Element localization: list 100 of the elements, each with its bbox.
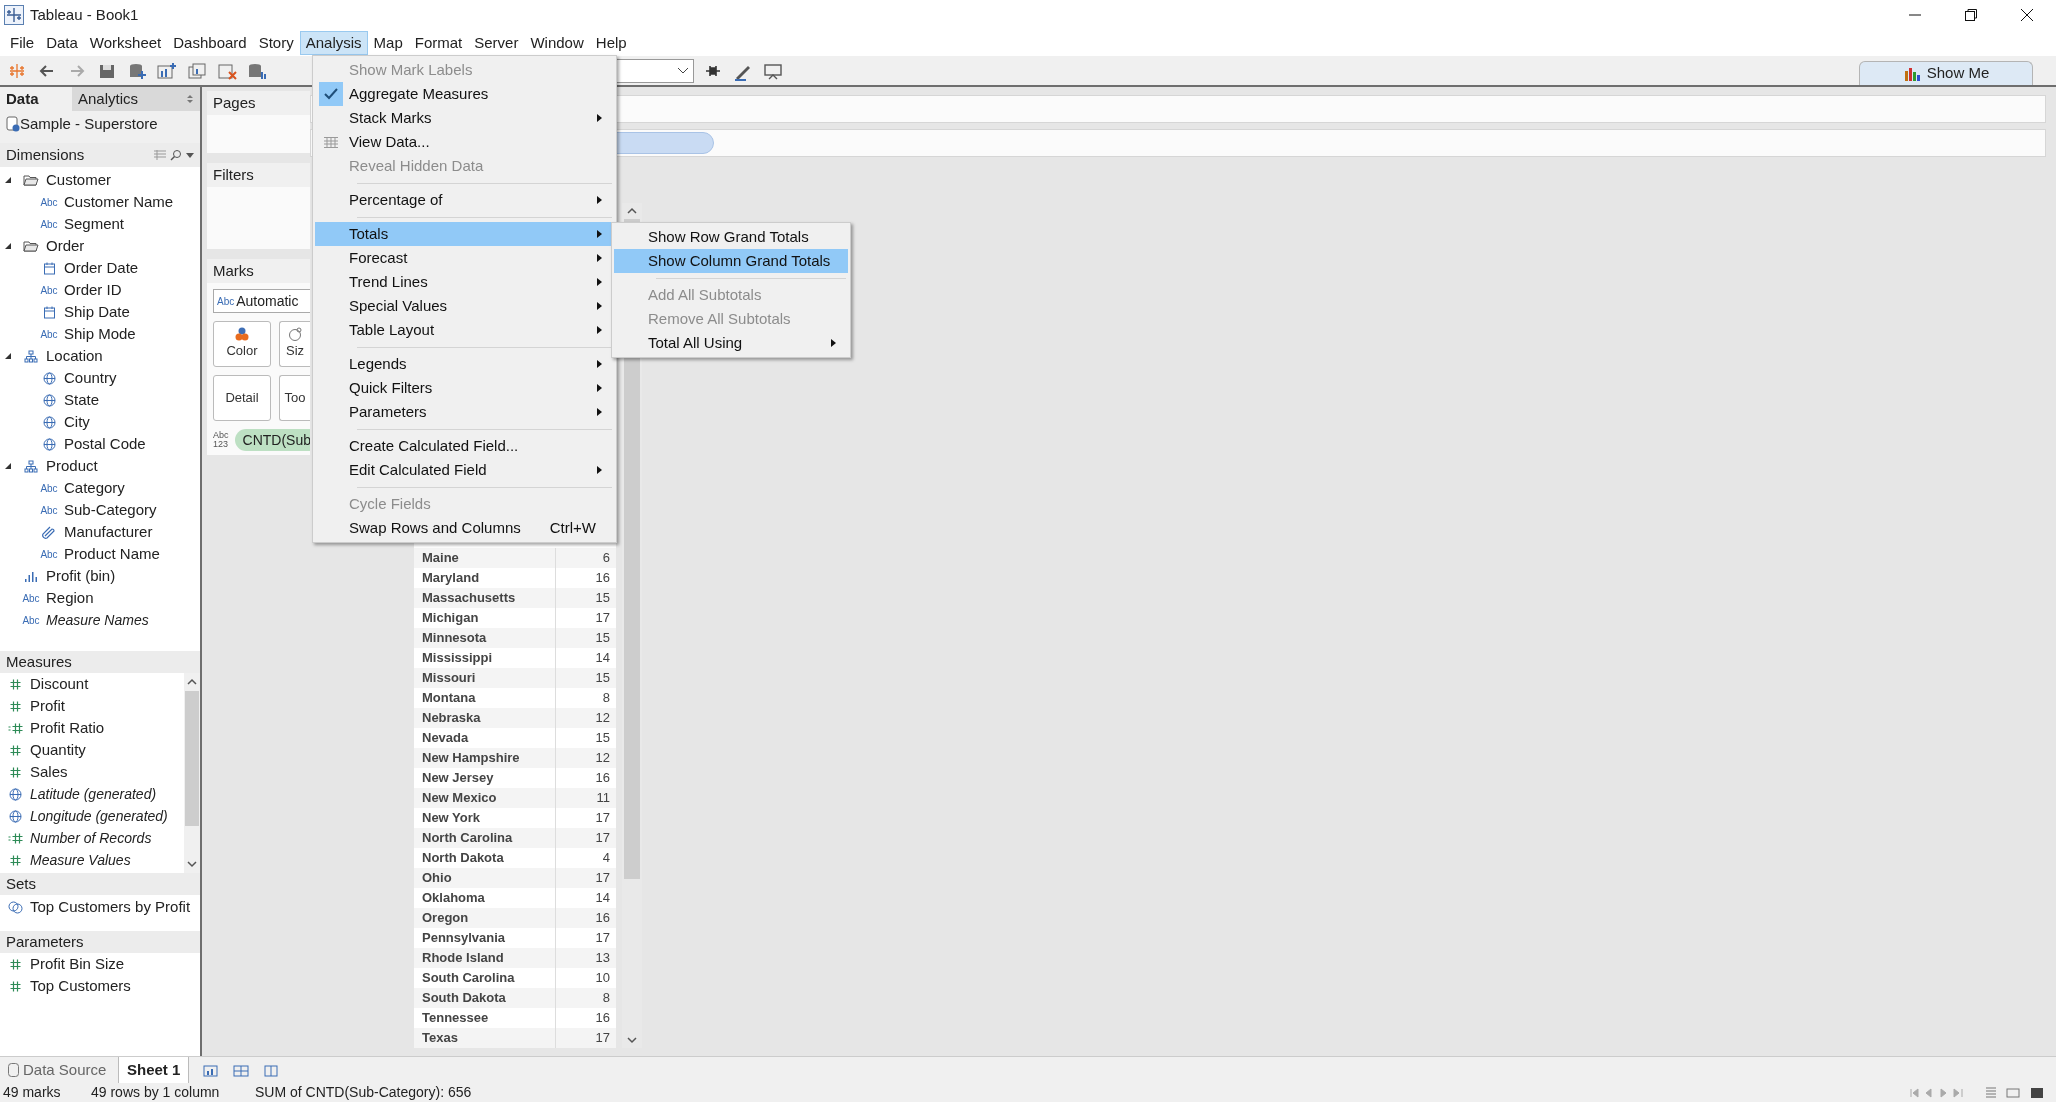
hash-icon bbox=[9, 854, 21, 866]
menu-item[interactable]: Aggregate Measures bbox=[315, 82, 614, 106]
field-name[interactable]: Profit Bin Size bbox=[30, 952, 125, 976]
new-story-icon[interactable] bbox=[263, 1063, 280, 1077]
menu-item[interactable]: Special Values bbox=[315, 294, 614, 318]
menu-bar-item[interactable]: Analysis bbox=[299, 31, 368, 55]
field-name[interactable]: Profit bbox=[30, 694, 65, 718]
globe-icon bbox=[42, 393, 56, 407]
menu-item[interactable]: Edit Calculated Field bbox=[315, 458, 614, 482]
close-icon[interactable] bbox=[2020, 8, 2034, 22]
menu-bar-item[interactable]: File bbox=[4, 31, 41, 55]
field-name[interactable]: Sub-Category bbox=[64, 498, 157, 522]
field-name[interactable]: Quantity bbox=[30, 738, 86, 762]
measure-type-icon: Abc 123 bbox=[213, 431, 229, 449]
show-me-button[interactable]: Show Me bbox=[1859, 61, 2033, 85]
new-dashboard-icon[interactable] bbox=[233, 1063, 250, 1077]
field-name[interactable]: Product bbox=[46, 454, 98, 478]
field-name[interactable]: Ship Mode bbox=[64, 322, 136, 346]
menu-bar-item[interactable]: Worksheet bbox=[83, 31, 168, 55]
field-name[interactable]: Order ID bbox=[64, 278, 122, 302]
calculated-hash-icon bbox=[7, 832, 23, 844]
menu-bar-item[interactable]: Help bbox=[589, 31, 633, 55]
menu-item[interactable]: Show Row Grand Totals bbox=[614, 225, 848, 249]
menu-item[interactable]: Quick Filters bbox=[315, 376, 614, 400]
menu-item[interactable]: View Data... bbox=[315, 130, 614, 154]
field-name[interactable]: State bbox=[64, 388, 100, 412]
field-name[interactable]: Sales bbox=[30, 760, 68, 784]
scroll-up-icon bbox=[627, 207, 637, 215]
scrollbar[interactable] bbox=[184, 673, 200, 873]
field-name[interactable]: Measure Names bbox=[46, 609, 149, 631]
menu-item[interactable]: Stack Marks bbox=[315, 106, 614, 130]
string-type-icon: Abc bbox=[38, 480, 60, 496]
field-name[interactable]: Longitude (generated) bbox=[30, 805, 168, 827]
menu-bar-item[interactable]: Story bbox=[252, 31, 300, 55]
value-cell-text: 17 bbox=[594, 1029, 611, 1047]
menu-item[interactable]: Create Calculated Field... bbox=[315, 434, 614, 458]
sheet-tab[interactable]: Data Source bbox=[0, 1056, 118, 1084]
new-worksheet-icon[interactable] bbox=[203, 1063, 220, 1077]
field-name[interactable]: Postal Code bbox=[64, 432, 146, 456]
new-worksheet-icon[interactable] bbox=[156, 60, 178, 81]
field-name[interactable]: Order bbox=[46, 234, 85, 258]
field-name[interactable]: Order Date bbox=[64, 256, 139, 280]
field-name[interactable]: Ship Date bbox=[64, 300, 130, 324]
card-title: Marks bbox=[207, 259, 310, 283]
value-cell-text: 17 bbox=[594, 929, 611, 947]
menu-bar-item[interactable]: Window bbox=[524, 31, 590, 55]
field-name[interactable]: Profit Ratio bbox=[30, 716, 105, 740]
scroll-thumb[interactable] bbox=[185, 691, 199, 826]
mark-property-button[interactable]: Siz bbox=[279, 321, 310, 367]
menu-item[interactable]: Trend Lines bbox=[315, 270, 614, 294]
field-name[interactable]: Product Name bbox=[64, 542, 160, 566]
sheet-tab[interactable]: Sheet 1 bbox=[118, 1056, 190, 1084]
string-type-icon: Abc bbox=[38, 502, 60, 518]
section-header: Sets bbox=[0, 873, 200, 895]
view-mode-icon[interactable] bbox=[1985, 1086, 2045, 1099]
menu-bar-item[interactable]: Dashboard bbox=[167, 31, 253, 55]
menu-item[interactable]: Parameters bbox=[315, 400, 614, 424]
hierarchy-icon bbox=[24, 349, 38, 363]
field-name[interactable]: Top Customers by Profit bbox=[30, 895, 191, 919]
menu-item[interactable]: Swap Rows and Columns Ctrl+W bbox=[315, 516, 614, 540]
field-name[interactable]: Segment bbox=[64, 212, 125, 236]
field-name[interactable]: City bbox=[64, 410, 90, 434]
hierarchy-icon bbox=[24, 459, 38, 473]
dropdown-caret-icon[interactable] bbox=[186, 152, 194, 158]
menu-bar-item[interactable]: Map bbox=[367, 31, 409, 55]
field-pill[interactable]: CNTD(Sub bbox=[234, 429, 311, 451]
search-icon[interactable] bbox=[170, 149, 182, 161]
restore-icon[interactable] bbox=[1964, 8, 1978, 22]
field-name[interactable]: Latitude (generated) bbox=[30, 783, 157, 805]
menu-item[interactable]: Show Column Grand Totals bbox=[614, 249, 848, 273]
field-name[interactable]: Discount bbox=[30, 673, 89, 696]
menu-item[interactable]: Forecast bbox=[315, 246, 614, 270]
menu-bar-item[interactable]: Server bbox=[468, 31, 525, 55]
field-name[interactable]: Country bbox=[64, 366, 117, 390]
globe-icon bbox=[42, 371, 56, 385]
field-name[interactable]: Profit (bin) bbox=[46, 564, 116, 588]
field-name[interactable]: Customer Name bbox=[64, 190, 174, 214]
field-name[interactable]: Manufacturer bbox=[64, 520, 153, 544]
menu-item[interactable]: Legends bbox=[315, 352, 614, 376]
field-name[interactable]: Number of Records bbox=[30, 827, 152, 849]
menu-item[interactable]: Total All Using bbox=[614, 331, 848, 355]
field-name[interactable]: Category bbox=[64, 476, 125, 500]
mark-property-button[interactable]: Detail bbox=[213, 375, 271, 421]
mark-property-button[interactable]: Color bbox=[213, 321, 271, 367]
menu-bar-item[interactable]: Format bbox=[408, 31, 469, 55]
menu-item[interactable]: Table Layout bbox=[315, 318, 614, 342]
field-name[interactable]: Measure Values bbox=[30, 849, 131, 871]
mark-type-dropdown[interactable]: AbcAutomatic bbox=[213, 289, 310, 313]
menu-bar-item[interactable]: Data bbox=[40, 31, 84, 55]
menu-item[interactable]: Totals bbox=[315, 222, 614, 246]
pane-tab[interactable]: Analytics bbox=[72, 87, 200, 111]
field-name[interactable]: Location bbox=[46, 344, 103, 368]
field-name[interactable]: Region bbox=[46, 586, 94, 610]
table-icon bbox=[324, 136, 338, 148]
field-name[interactable]: Top Customers bbox=[30, 974, 131, 998]
duplicate-sheet-icon[interactable] bbox=[186, 60, 208, 81]
menu-item[interactable]: Percentage of bbox=[315, 188, 614, 212]
field-name[interactable]: Customer bbox=[46, 168, 112, 192]
scroll-down-icon bbox=[187, 860, 197, 868]
mark-property-button[interactable]: Too bbox=[279, 375, 310, 421]
